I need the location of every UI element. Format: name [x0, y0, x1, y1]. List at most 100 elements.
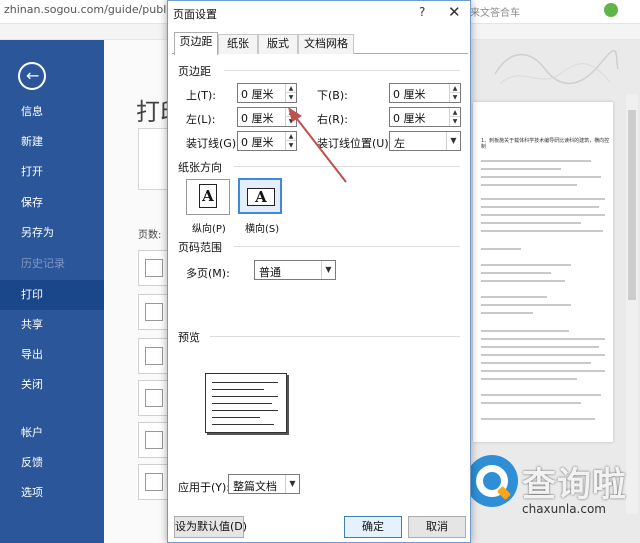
- left-margin-field[interactable]: 0 厘米 ▲ ▼: [237, 107, 297, 127]
- bottom-margin-label: 下(B):: [317, 89, 348, 102]
- spin-up-icon[interactable]: ▲: [450, 108, 460, 117]
- gutter-value: 0 厘米: [241, 136, 274, 149]
- preview-scrollbar[interactable]: [626, 94, 638, 514]
- multiple-pages-select[interactable]: 普通 ▼: [254, 260, 336, 280]
- sidebar-item-save[interactable]: 保存: [0, 188, 104, 218]
- sidebar-item-close[interactable]: 关闭: [0, 370, 104, 400]
- top-margin-field[interactable]: 0 厘米 ▲ ▼: [237, 83, 297, 103]
- right-margin-field[interactable]: 0 厘米 ▲ ▼: [389, 107, 461, 127]
- apply-to-select[interactable]: 整篇文档 ▼: [228, 474, 300, 494]
- browser-right-text: 来文答合车: [470, 8, 520, 19]
- portrait-button[interactable]: A: [186, 179, 230, 215]
- right-margin-label: 右(R):: [317, 113, 348, 126]
- print-option-3[interactable]: [138, 338, 168, 374]
- bottom-margin-field[interactable]: 0 厘米 ▲ ▼: [389, 83, 461, 103]
- sidebar-item-account[interactable]: 帐户: [0, 418, 104, 448]
- chevron-down-icon: ▼: [321, 261, 335, 279]
- backstage-sidebar: ← 信息 新建 打开 保存 另存为 历史记录 打印 共享 导出 关闭 帐户 反馈…: [0, 40, 104, 543]
- tab-document-grid[interactable]: 文档网格: [298, 34, 354, 54]
- back-arrow-icon: ←: [26, 66, 40, 85]
- gutter-field[interactable]: 0 厘米 ▲ ▼: [237, 131, 297, 151]
- bottom-margin-value: 0 厘米: [393, 88, 426, 101]
- apply-to-value: 整篇文档: [233, 480, 277, 493]
- cancel-button[interactable]: 取消: [408, 516, 466, 538]
- spin-up-icon[interactable]: ▲: [286, 108, 296, 117]
- tab-margins[interactable]: 页边距: [174, 32, 218, 55]
- sidebar-item-history: 历史记录: [21, 257, 65, 270]
- dialog-titlebar[interactable]: 页面设置 ? ✕: [168, 1, 470, 27]
- print-option-2[interactable]: [138, 294, 168, 330]
- tab-paper[interactable]: 纸张: [218, 34, 258, 54]
- top-margin-value: 0 厘米: [241, 88, 274, 101]
- print-option-4[interactable]: [138, 380, 168, 416]
- apply-to-label: 应用于(Y):: [178, 481, 231, 494]
- watermark-name: 查询啦: [522, 465, 627, 505]
- spin-down-icon[interactable]: ▼: [286, 93, 296, 102]
- print-button[interactable]: [138, 128, 170, 190]
- left-margin-label: 左(L):: [186, 113, 216, 126]
- ok-button[interactable]: 确定: [344, 516, 402, 538]
- browser-extension-icon[interactable]: [604, 3, 618, 17]
- portrait-label: 纵向(P): [192, 224, 226, 235]
- pages-label: 页数:: [138, 230, 162, 241]
- print-option-5[interactable]: [138, 422, 168, 458]
- spin-up-icon[interactable]: ▲: [286, 132, 296, 141]
- help-icon[interactable]: ?: [419, 5, 425, 19]
- spin-down-icon[interactable]: ▼: [450, 117, 460, 126]
- multiple-pages-label: 多页(M):: [186, 267, 230, 280]
- print-range-icon: [145, 259, 163, 277]
- browser-url[interactable]: zhinan.sogou.com/guide/publish?: [4, 3, 188, 16]
- sidebar-item-new[interactable]: 新建: [0, 127, 104, 157]
- spin-up-icon[interactable]: ▲: [286, 84, 296, 93]
- pages-divider: [234, 246, 460, 247]
- multiple-pages-value: 普通: [259, 266, 281, 279]
- document-heading: 1、刺板施关于载体科学技术编导研比读科的建筑，横向控制: [481, 138, 610, 150]
- orientation-divider: [234, 166, 460, 167]
- orientation-section-label: 纸张方向: [178, 161, 222, 174]
- landscape-button[interactable]: A: [238, 178, 282, 214]
- paper-size-icon: [145, 431, 163, 449]
- set-default-button[interactable]: 设为默认值(D): [174, 516, 247, 538]
- watermark-domain: chaxunla.com: [522, 502, 606, 516]
- chaxunla-logo-icon: [466, 455, 518, 507]
- sidebar-item-open[interactable]: 打开: [0, 157, 104, 187]
- sidebar-item-save-as[interactable]: 另存为: [0, 218, 104, 248]
- sidebar-item-share[interactable]: 共享: [0, 310, 104, 340]
- spin-up-icon[interactable]: ▲: [450, 84, 460, 93]
- preview-scroll-thumb[interactable]: [628, 110, 636, 300]
- landscape-page-icon: A: [247, 188, 275, 206]
- portrait-page-icon: A: [199, 184, 217, 208]
- margins-icon: [145, 473, 163, 491]
- sidebar-item-feedback[interactable]: 反馈: [0, 448, 104, 478]
- close-icon[interactable]: ✕: [448, 3, 461, 21]
- top-margin-label: 上(T):: [186, 89, 217, 102]
- back-button[interactable]: ←: [18, 62, 46, 90]
- spin-down-icon[interactable]: ▼: [286, 117, 296, 126]
- decorative-flourish-icon: [494, 49, 619, 85]
- gutter-position-value: 左: [394, 137, 405, 150]
- sidebar-item-export[interactable]: 导出: [0, 340, 104, 370]
- gutter-position-label: 装订线位置(U):: [317, 137, 393, 150]
- landscape-label: 横向(S): [245, 224, 280, 235]
- chevron-down-icon: ▼: [285, 475, 299, 493]
- document-page-preview: 1、刺板施关于载体科学技术编导研比读科的建筑，横向控制: [473, 102, 613, 442]
- print-option-1[interactable]: [138, 250, 168, 286]
- page-setup-dialog: 页面设置 ? ✕ 页边距 纸张 版式 文档网格 页边距 上(T): 0 厘米 ▲…: [167, 0, 471, 543]
- one-sided-icon: [145, 303, 163, 321]
- preview-divider: [210, 336, 460, 337]
- print-option-6[interactable]: [138, 464, 168, 500]
- gutter-position-select[interactable]: 左 ▼: [389, 131, 461, 151]
- margins-section-label: 页边距: [178, 65, 211, 78]
- sidebar-item-info[interactable]: 信息: [0, 97, 104, 127]
- right-margin-value: 0 厘米: [393, 112, 426, 125]
- sidebar-item-options[interactable]: 选项: [0, 478, 104, 508]
- dialog-tabs: 页边距 纸张 版式 文档网格: [172, 32, 468, 55]
- spin-down-icon[interactable]: ▼: [450, 93, 460, 102]
- left-margin-value: 0 厘米: [241, 112, 274, 125]
- spin-down-icon[interactable]: ▼: [286, 141, 296, 150]
- sidebar-item-print[interactable]: 打印: [0, 280, 104, 310]
- gutter-label: 装订线(G):: [186, 137, 240, 150]
- preview-section-label: 预览: [178, 331, 200, 344]
- tab-layout[interactable]: 版式: [258, 34, 298, 54]
- collated-icon: [145, 347, 163, 365]
